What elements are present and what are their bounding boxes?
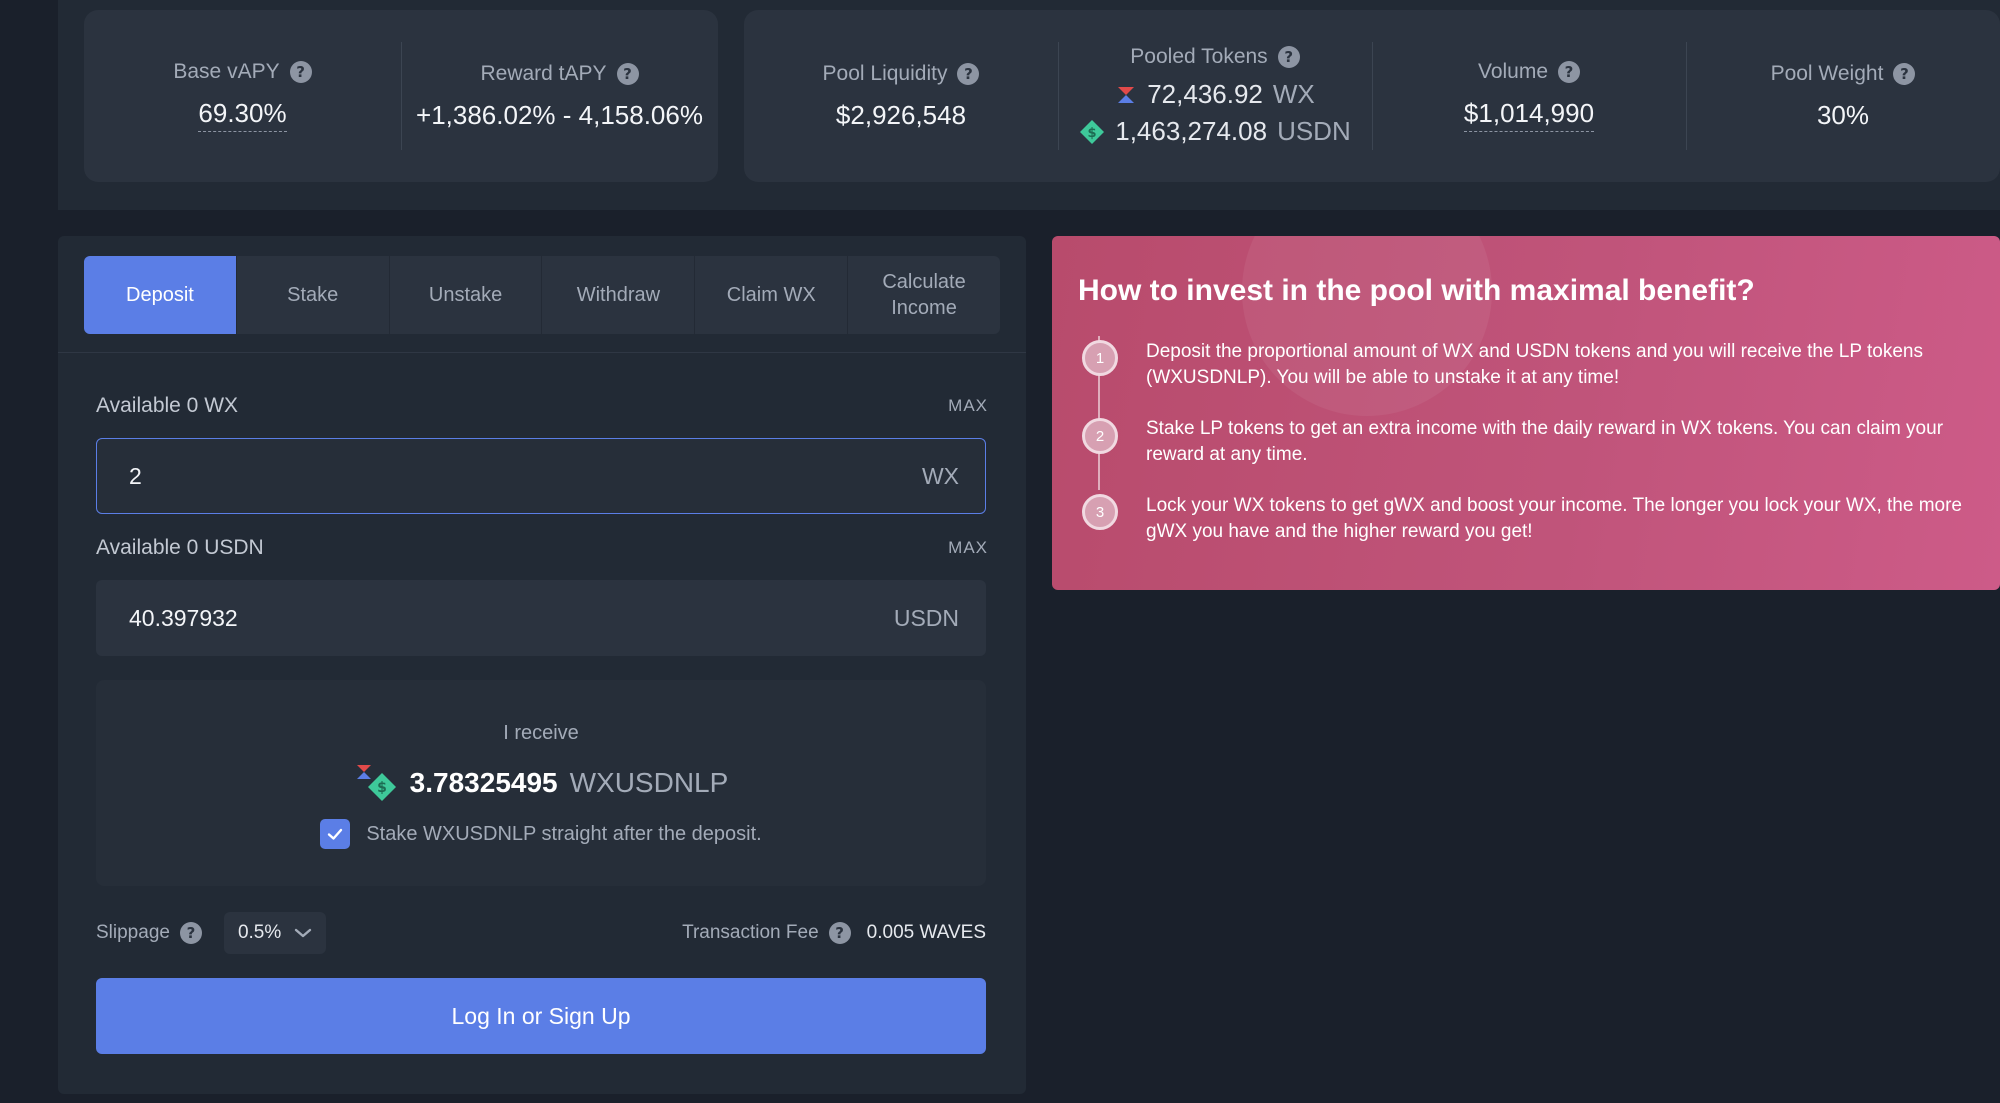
step-number-2: 2 [1082, 418, 1118, 454]
tabs-divider [58, 352, 1026, 353]
pool-liquidity-stat: Pool Liquidity ? $2,926,548 [744, 10, 1058, 182]
wx-amount-input[interactable]: 2 WX [96, 438, 986, 514]
usdn-amount-unit: USDN [893, 604, 959, 631]
reward-tapy-value: +1,386.02% - 4,158.06% [416, 99, 703, 130]
question-circle-icon[interactable]: ? [1558, 61, 1581, 83]
pooled-tokens-stat: Pooled Tokens ? 72,436.92 WX $ 1,463,274… [1058, 10, 1372, 182]
usdn-available-label: Available 0 USDN [96, 536, 264, 559]
transaction-fee-value: 0.005 WAVES [866, 922, 986, 943]
question-circle-icon[interactable]: ? [1893, 62, 1916, 85]
pooled-wx-row: 72,436.92 WX [1115, 79, 1315, 110]
wx-max-button[interactable]: MAX [948, 396, 988, 416]
pool-weight-label: Pool Weight [1770, 61, 1884, 85]
action-tabs: Deposit Stake Unstake Withdraw Claim WX … [84, 256, 1000, 334]
wx-amount-unit: WX [921, 462, 959, 489]
pool-stats-card: Pool Liquidity ? $2,926,548 Pooled Token… [744, 10, 2000, 182]
pooled-wx-amount: 72,436.92 [1147, 79, 1263, 109]
reward-tapy-label: Reward tAPY [480, 61, 607, 85]
base-vapy-value[interactable]: 69.30% [198, 98, 287, 132]
receive-label: I receive [503, 722, 579, 744]
transaction-fee-row: Transaction Fee ? 0.005 WAVES [682, 922, 986, 944]
step-text-3: Lock your WX tokens to get gWX and boost… [1146, 495, 1962, 542]
pooled-usdn-unit: USDN [1277, 116, 1351, 146]
reward-tapy-stat: Reward tAPY ? +1,386.02% - 4,158.06% [401, 10, 718, 182]
base-vapy-stat: Base vAPY ? 69.30% [84, 10, 401, 182]
chevron-down-icon [294, 928, 312, 938]
invest-guide-card: How to invest in the pool with maximal b… [1052, 236, 2000, 590]
base-vapy-label: Base vAPY [173, 60, 280, 83]
apy-stats-card: Base vAPY ? 69.30% Reward tAPY ? +1,386.… [84, 10, 718, 182]
question-circle-icon[interactable]: ? [616, 62, 639, 85]
step-text-2: Stake LP tokens to get an extra income w… [1146, 418, 1944, 465]
question-circle-icon[interactable]: ? [289, 61, 312, 83]
wx-token-icon [1118, 86, 1135, 103]
volume-label: Volume [1477, 60, 1549, 83]
receive-amount: 3.78325495 [409, 767, 558, 798]
slippage-value: 0.5% [237, 922, 282, 943]
pooled-tokens-label: Pooled Tokens [1130, 45, 1268, 68]
transaction-fee-label: Transaction Fee [682, 922, 819, 943]
wx-amount-value: 2 [129, 462, 142, 489]
slippage-select[interactable]: 0.5% [223, 912, 326, 954]
question-circle-icon[interactable]: ? [179, 922, 202, 944]
pool-liquidity-value: $2,926,548 [835, 99, 967, 130]
slippage-row: Slippage ? 0.5% [96, 912, 326, 954]
deposit-panel: Deposit Stake Unstake Withdraw Claim WX … [58, 236, 1026, 1094]
usdn-token-icon: $ [1080, 119, 1105, 144]
step-text-1: Deposit the proportional amount of WX an… [1146, 341, 1923, 388]
usdn-max-button[interactable]: MAX [948, 538, 988, 558]
receive-summary: I receive $ 3.78325495 WXUSDNLP Stake WX… [96, 680, 986, 886]
lp-token-icon: $ [356, 765, 396, 801]
volume-value[interactable]: $1,014,990 [1463, 98, 1595, 132]
invest-guide-title: How to invest in the pool with maximal b… [1078, 274, 1755, 307]
tab-deposit[interactable]: Deposit [84, 256, 237, 334]
stake-after-deposit-label[interactable]: Stake WXUSDNLP straight after the deposi… [366, 823, 761, 846]
question-circle-icon[interactable]: ? [957, 62, 980, 85]
svg-text:$: $ [377, 780, 387, 796]
usdn-amount-value: 40.397932 [129, 604, 238, 631]
step-number-1: 1 [1082, 340, 1118, 376]
usdn-amount-input[interactable]: 40.397932 USDN [96, 580, 986, 656]
receive-amount-row: $ 3.78325495 WXUSDNLP [354, 763, 729, 803]
pool-weight-value: 30% [1816, 99, 1870, 130]
receive-unit: WXUSDNLP [569, 767, 729, 798]
step-number-3: 3 [1082, 494, 1118, 530]
pool-liquidity-label: Pool Liquidity [822, 61, 948, 85]
pooled-usdn-row: $ 1,463,274.08 USDN [1079, 116, 1351, 147]
tab-claim-wx[interactable]: Claim WX [695, 256, 849, 334]
tab-unstake[interactable]: Unstake [390, 256, 543, 334]
question-circle-icon[interactable]: ? [828, 922, 851, 944]
pooled-wx-unit: WX [1272, 79, 1315, 109]
question-circle-icon[interactable]: ? [1277, 46, 1300, 68]
svg-text:$: $ [1088, 126, 1097, 141]
pooled-usdn-amount: 1,463,274.08 [1115, 116, 1268, 146]
login-signup-button[interactable]: Log In or Sign Up [96, 978, 986, 1054]
checkmark-icon [328, 828, 343, 840]
tab-withdraw[interactable]: Withdraw [542, 256, 696, 334]
tab-calculate-income[interactable]: Calculate Income [848, 256, 1000, 334]
pool-weight-stat: Pool Weight ? 30% [1686, 10, 2000, 182]
stake-after-deposit-checkbox[interactable] [320, 819, 351, 849]
wx-available-label: Available 0 WX [96, 394, 239, 417]
volume-stat: Volume ? $1,014,990 [1372, 10, 1686, 182]
slippage-label: Slippage [96, 922, 170, 943]
tab-stake[interactable]: Stake [237, 256, 390, 334]
stake-after-deposit-option: Stake WXUSDNLP straight after the deposi… [320, 819, 762, 849]
